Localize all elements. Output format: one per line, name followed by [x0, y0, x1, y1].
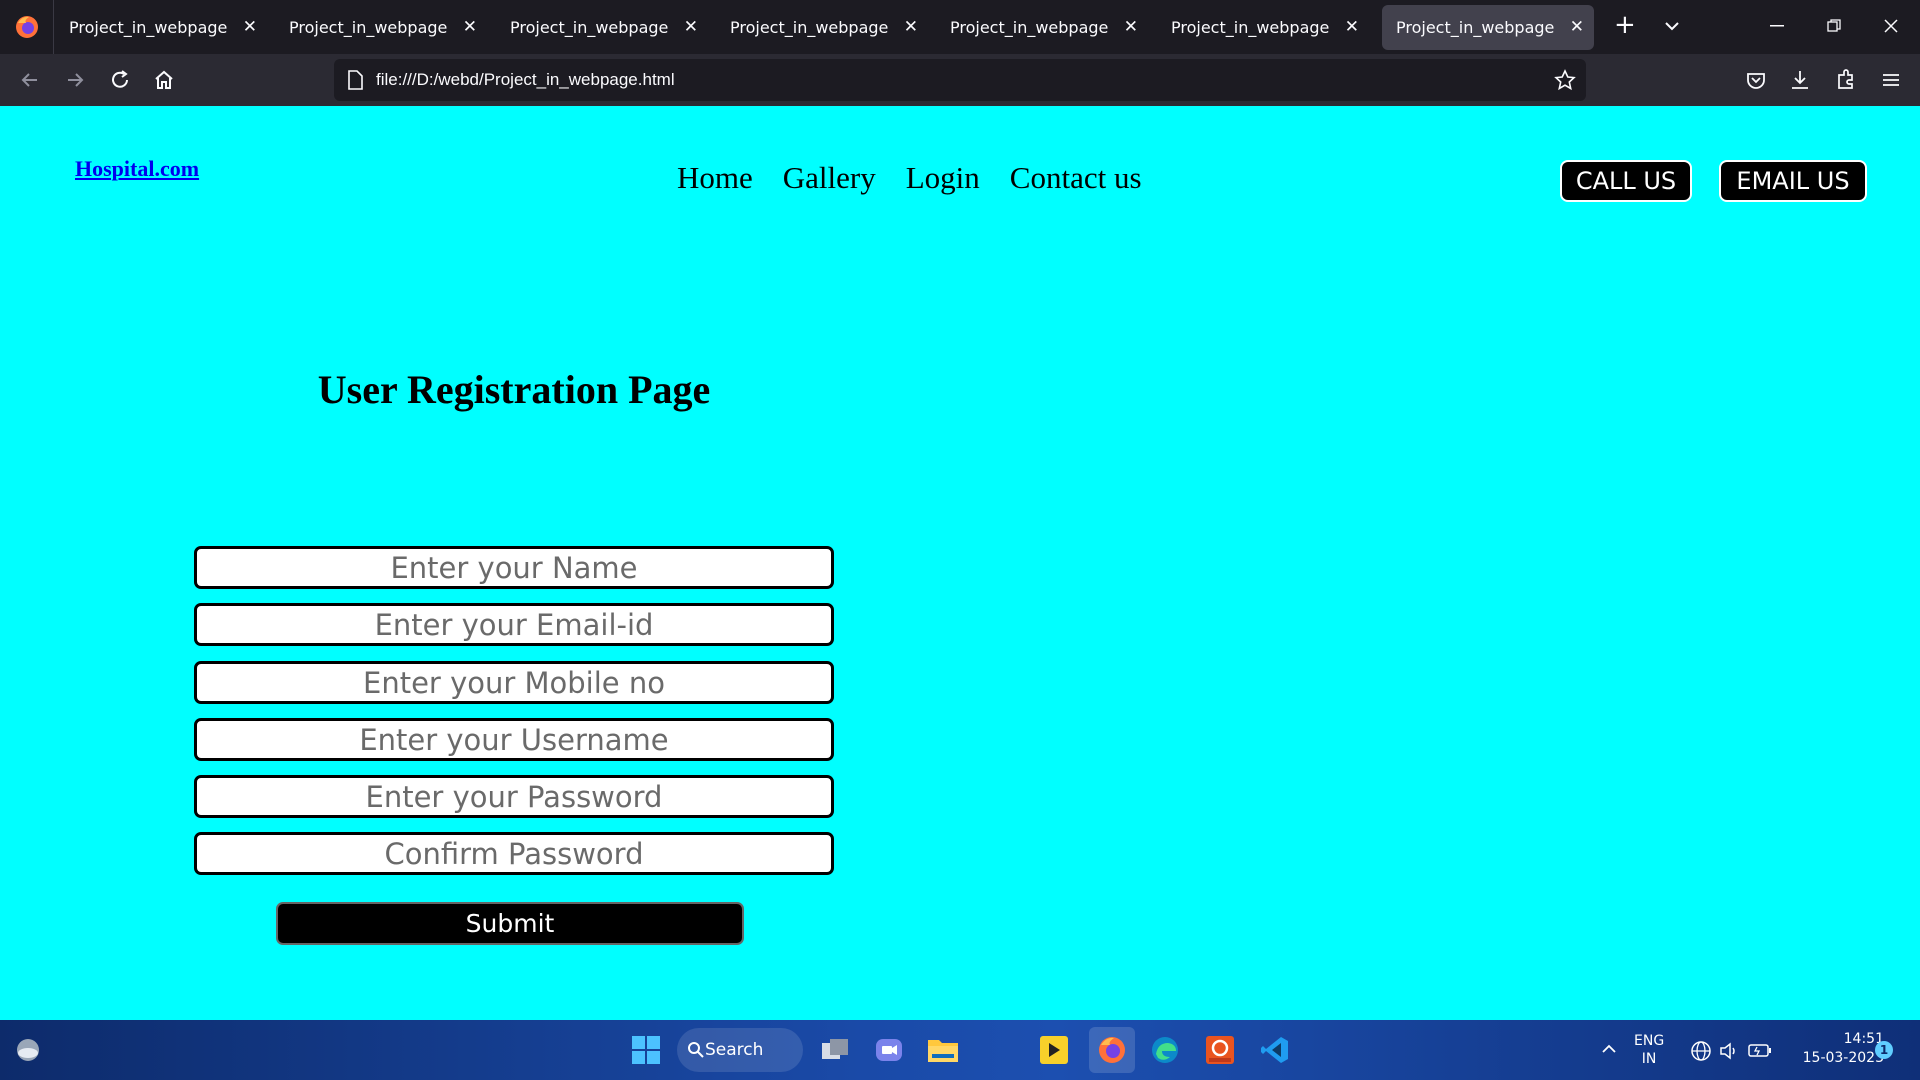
browser-tab-active[interactable]: Project_in_webpage ✕ — [1382, 5, 1594, 50]
close-icon[interactable]: ✕ — [1124, 17, 1138, 37]
clock[interactable]: 14:51 15-03-2023 — [1784, 1030, 1884, 1068]
firefox-taskbar-icon[interactable] — [1089, 1027, 1135, 1073]
task-view-icon[interactable] — [815, 1030, 855, 1070]
browser-tab[interactable]: Project_in_webpage ✕ — [1157, 5, 1369, 50]
back-arrow-icon[interactable] — [17, 67, 43, 93]
menu-hamburger-icon[interactable] — [1878, 67, 1904, 93]
restore-icon[interactable] — [1827, 19, 1841, 33]
network-globe-icon[interactable] — [1690, 1040, 1712, 1062]
pocket-icon[interactable] — [1743, 67, 1769, 93]
email-us-button[interactable]: EMAIL US — [1719, 160, 1867, 202]
tab-title: Project_in_webpage — [69, 18, 228, 37]
browser-tab[interactable]: Project_in_webpage ✕ — [55, 5, 267, 50]
site-logo-link[interactable]: Hospital.com — [75, 156, 199, 182]
tab-title: Project_in_webpage — [510, 18, 669, 37]
page-icon — [348, 70, 363, 90]
tray-chevron-up-icon[interactable] — [1601, 1042, 1617, 1054]
language-indicator[interactable]: ENG IN — [1634, 1032, 1664, 1068]
close-icon[interactable]: ✕ — [243, 17, 257, 37]
taskbar-search[interactable]: Search — [677, 1028, 803, 1072]
menu-item-login[interactable]: Login — [906, 160, 980, 196]
username-input[interactable]: Enter your Username — [194, 718, 834, 761]
close-icon[interactable]: ✕ — [1570, 17, 1584, 37]
submit-button[interactable]: Submit — [276, 902, 744, 945]
weather-icon[interactable] — [8, 1030, 48, 1070]
edge-icon[interactable] — [1145, 1030, 1185, 1070]
home-icon[interactable] — [151, 67, 177, 93]
search-icon — [688, 1042, 704, 1058]
clock-time: 14:51 — [1843, 1031, 1884, 1047]
close-icon[interactable]: ✕ — [1345, 17, 1359, 37]
window-close-icon[interactable] — [1884, 19, 1898, 33]
kmplayer-icon[interactable] — [1034, 1030, 1074, 1070]
teams-chat-icon[interactable] — [869, 1030, 909, 1070]
name-input[interactable]: Enter your Name — [194, 546, 834, 589]
region-code: IN — [1641, 1051, 1657, 1067]
start-windows-icon[interactable] — [626, 1030, 666, 1070]
close-icon[interactable]: ✕ — [463, 17, 477, 37]
tab-title: Project_in_webpage — [1396, 18, 1555, 37]
search-label: Search — [705, 1040, 764, 1060]
extensions-icon[interactable] — [1833, 67, 1859, 93]
call-us-button[interactable]: CALL US — [1560, 160, 1692, 202]
windows-taskbar: Search ENG IN 14:51 15-03-2023 1 — [0, 1020, 1920, 1080]
url-bar[interactable]: file:///D:/webd/Project_in_webpage.html — [334, 59, 1586, 101]
mobile-input[interactable]: Enter your Mobile no — [194, 661, 834, 704]
browser-tab[interactable]: Project_in_webpage ✕ — [275, 5, 487, 50]
browser-tab[interactable]: Project_in_webpage ✕ — [496, 5, 708, 50]
reload-icon[interactable] — [107, 67, 133, 93]
password-input[interactable]: Enter your Password — [194, 775, 834, 818]
new-tab-icon[interactable]: + — [1614, 10, 1636, 40]
forward-arrow-icon[interactable] — [62, 67, 88, 93]
menu-item-home[interactable]: Home — [677, 160, 753, 196]
volume-icon[interactable] — [1718, 1040, 1740, 1062]
url-text[interactable]: file:///D:/webd/Project_in_webpage.html — [376, 70, 675, 90]
browser-tab[interactable]: Project_in_webpage ✕ — [936, 5, 1148, 50]
vscode-icon[interactable] — [1255, 1030, 1295, 1070]
form-title: User Registration Page — [317, 367, 711, 412]
site-menu: Home Gallery Login Contact us — [677, 160, 1142, 196]
firefox-icon[interactable] — [14, 14, 40, 40]
minimize-icon[interactable] — [1770, 25, 1784, 29]
browser-tab[interactable]: Project_in_webpage ✕ — [716, 5, 928, 50]
tab-title: Project_in_webpage — [730, 18, 889, 37]
tab-title: Project_in_webpage — [289, 18, 448, 37]
tab-title: Project_in_webpage — [950, 18, 1109, 37]
download-icon[interactable] — [1787, 67, 1813, 93]
battery-icon[interactable] — [1748, 1041, 1772, 1059]
bookmark-star-icon[interactable] — [1554, 69, 1576, 91]
tab-bar: Project_in_webpage ✕ Project_in_webpage … — [0, 0, 1920, 54]
close-icon[interactable]: ✕ — [904, 17, 918, 37]
ubuntu-icon[interactable] — [1200, 1030, 1240, 1070]
confirm-password-input[interactable]: Confirm Password — [194, 832, 834, 875]
close-icon[interactable]: ✕ — [684, 17, 698, 37]
clock-date: 15-03-2023 — [1802, 1050, 1884, 1066]
email-input[interactable]: Enter your Email-id — [194, 603, 834, 646]
list-tabs-chevron-down-icon[interactable] — [1664, 18, 1680, 34]
menu-item-gallery[interactable]: Gallery — [783, 160, 876, 196]
notification-badge[interactable]: 1 — [1875, 1041, 1893, 1059]
tab-separator — [53, 0, 54, 54]
menu-item-contact-us[interactable]: Contact us — [1010, 160, 1142, 196]
toolbar-right — [1700, 54, 1920, 106]
tab-title: Project_in_webpage — [1171, 18, 1330, 37]
file-explorer-icon[interactable] — [923, 1030, 963, 1070]
language-code: ENG — [1634, 1033, 1665, 1049]
